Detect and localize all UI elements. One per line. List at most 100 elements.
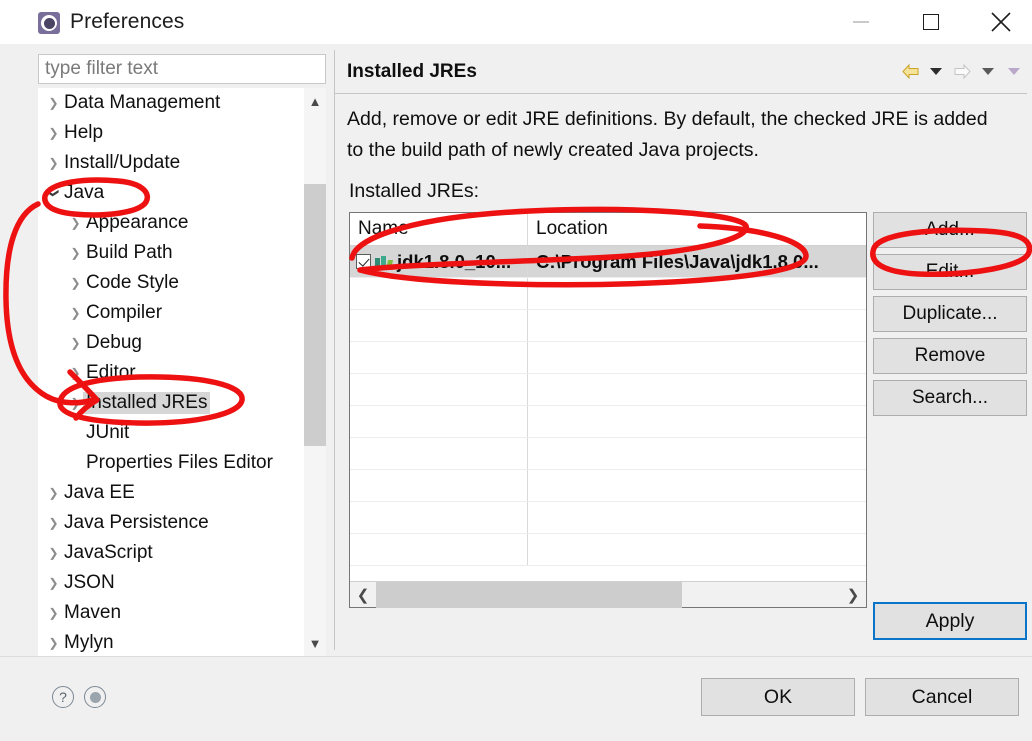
jre-name-text: jdk1.8.0_10... xyxy=(397,250,512,272)
sidebar-item-json[interactable]: ❯ JSON xyxy=(38,568,304,598)
hscroll-thumb[interactable] xyxy=(376,581,683,608)
sidebar-item-label: Code Style xyxy=(86,272,179,293)
minimize-button[interactable] xyxy=(826,0,896,44)
sidebar-item-label: Build Path xyxy=(86,242,173,263)
sidebar-item-label: JavaScript xyxy=(64,542,153,563)
sidebar-item-label: JSON xyxy=(64,572,115,593)
sidebar-item-label: Installed JREs xyxy=(83,392,211,414)
jre-table[interactable]: Name Location jdk1.8.0_10... C:\Program F… xyxy=(349,212,867,608)
sidebar-item-java-persistence[interactable]: ❯ Java Persistence xyxy=(38,508,304,538)
installed-jres-label: Installed JREs: xyxy=(349,180,480,202)
sidebar-item-label: Editor xyxy=(86,362,136,383)
sidebar-item-java-ee[interactable]: ❯ Java EE xyxy=(38,478,304,508)
table-empty-row xyxy=(350,342,866,374)
edit-button[interactable]: Edit... xyxy=(873,254,1027,290)
window-title: Preferences xyxy=(70,10,185,33)
sidebar-item-build-path[interactable]: ❯ Build Path xyxy=(38,238,304,268)
sidebar-item-installed-jres[interactable]: ❯ Installed JREs xyxy=(38,388,304,418)
chevron-right-icon[interactable]: ❯ xyxy=(46,127,61,139)
sidebar-item-label: JUnit xyxy=(86,422,130,443)
jre-library-icon xyxy=(375,254,394,270)
filter-placeholder: type filter text xyxy=(45,58,158,79)
chevron-up-icon[interactable]: ▲ xyxy=(304,90,326,112)
chevron-down-icon[interactable]: ❯ xyxy=(47,186,61,201)
cancel-button[interactable]: Cancel xyxy=(865,678,1019,716)
sidebar-item-javascript[interactable]: ❯ JavaScript xyxy=(38,538,304,568)
sidebar-item-mylyn[interactable]: ❯ Mylyn xyxy=(38,628,304,656)
table-empty-row xyxy=(350,438,866,470)
table-empty-row xyxy=(350,374,866,406)
chevron-right-icon[interactable]: ❯ xyxy=(68,277,83,289)
chevron-right-icon[interactable]: ❯ xyxy=(46,547,61,559)
forward-menu-caret-down-icon[interactable] xyxy=(977,60,999,82)
chevron-left-icon[interactable]: ❮ xyxy=(350,582,376,608)
table-empty-row xyxy=(350,534,866,566)
chevron-right-icon[interactable]: ❯ xyxy=(46,607,61,619)
sidebar-item-data-management[interactable]: ❯ Data Management xyxy=(38,88,304,118)
preferences-dialog: Preferences type filter text ❯ Data Manag… xyxy=(0,0,1032,741)
chevron-right-icon[interactable]: ❯ xyxy=(68,367,83,379)
maximize-icon xyxy=(923,14,939,30)
chevron-right-icon[interactable]: ❯ xyxy=(68,217,83,229)
chevron-right-icon[interactable]: ❯ xyxy=(68,307,83,319)
sidebar-item-appearance[interactable]: ❯ Appearance xyxy=(38,208,304,238)
close-button[interactable] xyxy=(966,0,1032,44)
sidebar-item-install-update[interactable]: ❯ Install/Update xyxy=(38,148,304,178)
sidebar-item-maven[interactable]: ❯ Maven xyxy=(38,598,304,628)
remove-button[interactable]: Remove xyxy=(873,338,1027,374)
sidebar-item-label: Maven xyxy=(64,602,122,623)
jre-action-buttons: Add... Edit... Duplicate... Remove Search... xyxy=(873,212,1027,416)
chevron-right-icon[interactable]: ❯ xyxy=(840,582,866,608)
search-button[interactable]: Search... xyxy=(873,380,1027,416)
table-row[interactable]: jdk1.8.0_10... C:\Program Files\Java\jdk1… xyxy=(350,246,866,278)
sidebar-item-compiler[interactable]: ❯ Compiler xyxy=(38,298,304,328)
filled-circle-icon[interactable] xyxy=(84,686,106,708)
ok-button[interactable]: OK xyxy=(701,678,855,716)
sidebar-item-label: Help xyxy=(64,122,104,143)
duplicate-button[interactable]: Duplicate... xyxy=(873,296,1027,332)
chevron-right-icon[interactable]: ❯ xyxy=(46,157,61,169)
title-bar: Preferences xyxy=(0,0,1032,44)
chevron-right-icon[interactable]: ❯ xyxy=(46,97,61,109)
content-pane: Installed JREs Add, remove or edit JRE d… xyxy=(334,50,1027,650)
sidebar-item-debug[interactable]: ❯ Debug xyxy=(38,328,304,358)
row-checkbox[interactable] xyxy=(356,254,371,269)
sidebar-item-junit[interactable]: JUnit xyxy=(38,418,304,448)
pane-nav-icons xyxy=(899,59,1025,83)
overflow-menu-caret-down-icon[interactable] xyxy=(1003,60,1025,82)
add-button[interactable]: Add... xyxy=(873,212,1027,248)
back-menu-caret-down-icon[interactable] xyxy=(925,60,947,82)
preferences-tree[interactable]: ❯ Data Management ❯ Help ❯ Install/Update ❯ Jav… xyxy=(38,88,326,656)
question-mark-icon[interactable]: ? xyxy=(52,686,74,708)
table-horizontal-scrollbar[interactable]: ❮ ❯ xyxy=(350,581,866,608)
chevron-right-icon[interactable]: ❯ xyxy=(68,247,83,259)
column-header-name[interactable]: Name xyxy=(350,213,528,245)
table-empty-row xyxy=(350,278,866,310)
sidebar-item-java[interactable]: ❯ Java xyxy=(38,178,304,208)
chevron-right-icon[interactable]: ❯ xyxy=(68,397,83,409)
sidebar-item-editor[interactable]: ❯ Editor xyxy=(38,358,304,388)
filter-input[interactable]: type filter text xyxy=(38,54,326,84)
tree-scrollbar[interactable]: ▲ ▼ xyxy=(304,88,326,656)
chevron-right-icon[interactable]: ❯ xyxy=(68,337,83,349)
sidebar-item-code-style[interactable]: ❯ Code Style xyxy=(38,268,304,298)
hscroll-track[interactable] xyxy=(376,581,840,608)
chevron-right-icon[interactable]: ❯ xyxy=(46,517,61,529)
table-empty-row xyxy=(350,310,866,342)
sidebar-item-label: Appearance xyxy=(86,212,189,233)
back-arrow-icon[interactable] xyxy=(899,60,921,82)
column-header-location[interactable]: Location xyxy=(528,213,866,245)
apply-button[interactable]: Apply xyxy=(873,602,1027,640)
table-empty-row xyxy=(350,406,866,438)
sidebar-item-label: Install/Update xyxy=(64,152,181,173)
chevron-right-icon[interactable]: ❯ xyxy=(46,487,61,499)
chevron-right-icon[interactable]: ❯ xyxy=(46,577,61,589)
forward-arrow-icon[interactable] xyxy=(951,60,973,82)
tree-scrollbar-thumb[interactable] xyxy=(304,184,326,446)
maximize-button[interactable] xyxy=(896,0,966,44)
chevron-right-icon[interactable]: ❯ xyxy=(46,637,61,649)
sidebar-item-properties-files-editor[interactable]: Properties Files Editor xyxy=(38,448,304,478)
table-empty-row xyxy=(350,502,866,534)
sidebar-item-help[interactable]: ❯ Help xyxy=(38,118,304,148)
chevron-down-icon[interactable]: ▼ xyxy=(304,632,326,654)
